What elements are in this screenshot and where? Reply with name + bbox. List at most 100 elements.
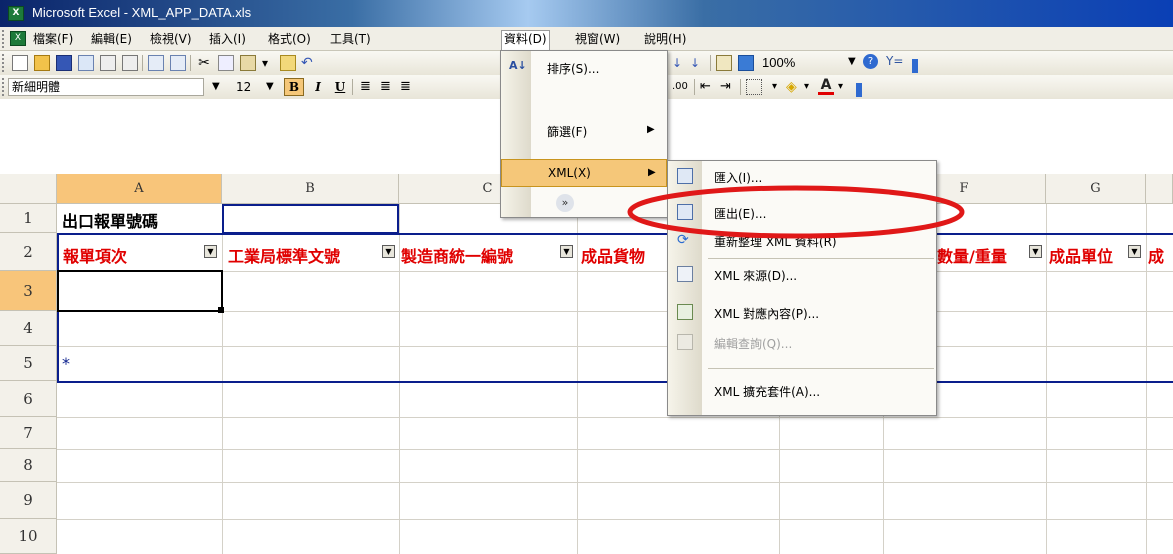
select-all-corner[interactable] [0,174,57,204]
permission-icon[interactable] [78,55,94,71]
cell-b1-xml-map[interactable] [222,204,399,234]
row-header-9[interactable]: 9 [0,482,57,519]
fill-handle[interactable] [218,307,224,313]
workbook-icon[interactable]: X [10,31,26,46]
font-name-field[interactable]: 新細明體 [8,78,204,96]
row-header-10[interactable]: 10 [0,519,57,554]
column-header-a[interactable]: A [57,174,222,204]
format-painter-icon[interactable]: ▾ [262,55,278,71]
row-header-1[interactable]: 1 [0,204,57,233]
cut-icon[interactable]: ✂ [196,55,212,71]
row-header-5[interactable]: 5 [0,346,57,381]
autofilter-dropdown-icon[interactable]: ▼ [382,245,395,258]
toolbar-separator [142,55,143,71]
autofilter-dropdown-icon[interactable]: ▼ [560,245,573,258]
save-icon[interactable] [56,55,72,71]
menu-bar: X 檔案(F) 編輯(E) 檢視(V) 插入(I) 格式(O) 工具(T) 資料… [0,27,1173,51]
toolbar-options-icon[interactable] [912,59,918,73]
font-color-icon[interactable]: A [818,77,834,95]
active-cell-a3[interactable] [57,270,223,312]
autofilter-dropdown-icon[interactable]: ▼ [204,245,217,258]
align-center-icon[interactable]: ≣ [380,79,396,95]
format-painter-brush-icon[interactable] [280,55,296,71]
align-left-icon[interactable]: ≣ [360,79,376,95]
row-header-8[interactable]: 8 [0,449,57,482]
font-color-dropdown-icon[interactable]: ▾ [838,79,854,95]
row-header-2[interactable]: 2 [0,233,57,271]
borders-icon[interactable] [746,79,762,95]
fill-color-icon[interactable]: ◈ [786,79,802,95]
menu-item-expansion-packs[interactable]: XML 擴充套件(A)... [668,375,936,405]
research-icon[interactable] [170,55,186,71]
font-size-dropdown-icon[interactable]: ▼ [266,81,274,92]
toolbar-grip-handle[interactable] [2,54,6,72]
row-header-4[interactable]: 4 [0,311,57,346]
print-preview-icon[interactable] [122,55,138,71]
toolbar-options-icon[interactable] [856,83,862,97]
chart-wizard-icon[interactable] [716,55,732,71]
menu-item-map-properties[interactable]: XML 對應內容(P)... [668,297,936,327]
menu-file[interactable]: 檔案(F) [31,30,75,48]
menu-help[interactable]: 說明(H) [642,30,688,48]
sort-descending-icon[interactable]: ↓ [690,55,706,71]
drawing-icon[interactable] [738,55,754,71]
new-icon[interactable] [12,55,28,71]
zoom-dropdown-icon[interactable]: ▼ [848,56,856,67]
gridline [57,417,1173,418]
sort-ascending-icon[interactable]: ↓ [672,55,688,71]
decrease-indent-icon[interactable]: ⇤ [700,79,716,95]
menu-item-edit-query: 編輯查詢(Q)... [668,327,936,357]
list-header-unit[interactable]: 成品單位 [1049,243,1127,267]
increase-indent-icon[interactable]: ⇥ [720,79,736,95]
paste-icon[interactable] [240,55,256,71]
menu-item-xml-source[interactable]: XML 來源(D)... [668,259,936,289]
spelling-icon[interactable] [148,55,164,71]
list-header-standard[interactable]: 工業局標準文號 [228,243,380,267]
row-header-6[interactable]: 6 [0,381,57,417]
toolbar-grip-handle[interactable] [2,78,6,96]
menu-tools[interactable]: 工具(T) [328,30,373,48]
menu-item-sort[interactable]: A↓ 排序(S)... [501,55,667,81]
cell-a1[interactable]: 出口報單號碼 [62,208,158,232]
xml-source-icon [677,266,693,282]
zoom-value[interactable]: 100% [762,55,795,71]
autofilter-dropdown-icon[interactable]: ▼ [1029,245,1042,258]
underline-button[interactable]: U [332,78,348,96]
menu-data[interactable]: 資料(D) [501,30,550,51]
row-header-7[interactable]: 7 [0,417,57,449]
align-right-icon[interactable]: ≣ [400,79,416,95]
menu-format[interactable]: 格式(O) [266,30,313,48]
menu-window[interactable]: 視窗(W) [573,30,622,48]
insert-row-marker: * [62,354,70,373]
bold-button[interactable]: B [284,78,304,96]
autofilter-dropdown-icon[interactable]: ▼ [1128,245,1141,258]
menu-edit[interactable]: 編輯(E) [89,30,134,48]
copy-icon[interactable] [218,55,234,71]
xml-map-properties-icon [677,304,693,320]
help-icon[interactable]: ? [863,54,878,69]
menu-item-xml[interactable]: XML(X) ▶ [501,159,667,187]
print-icon[interactable] [100,55,116,71]
italic-button[interactable]: I [310,78,326,96]
list-header-partial[interactable]: 成 [1148,243,1173,267]
decrease-decimal-icon[interactable]: .00 [672,79,688,95]
undo-icon[interactable]: ↶ [301,55,317,71]
list-header-item[interactable]: 報單項次 [63,243,203,267]
menu-item-label: XML 對應內容(P)... [714,307,820,321]
filter-icon[interactable]: Y= [886,54,903,68]
expand-chevron-icon[interactable]: » [556,194,574,212]
column-header-g[interactable]: G [1046,174,1146,204]
font-name-dropdown-icon[interactable]: ▼ [212,81,220,92]
menu-view[interactable]: 檢視(V) [148,30,194,48]
list-header-product[interactable]: 成品貨物 [581,243,667,267]
menu-insert[interactable]: 插入(I) [207,30,248,48]
list-header-quantity[interactable]: 數量/重量 [937,243,1028,267]
row-header-3[interactable]: 3 [0,271,57,311]
open-icon[interactable] [34,55,50,71]
list-header-manufacturer[interactable]: 製造商統一編號 [401,243,558,267]
menubar-grip-handle[interactable] [2,30,6,48]
font-size-field[interactable]: 12 [236,78,268,96]
column-header-h[interactable] [1146,174,1173,204]
menu-item-filter-top[interactable]: 篩選(F) ▶ [501,117,667,143]
column-header-b[interactable]: B [222,174,399,204]
